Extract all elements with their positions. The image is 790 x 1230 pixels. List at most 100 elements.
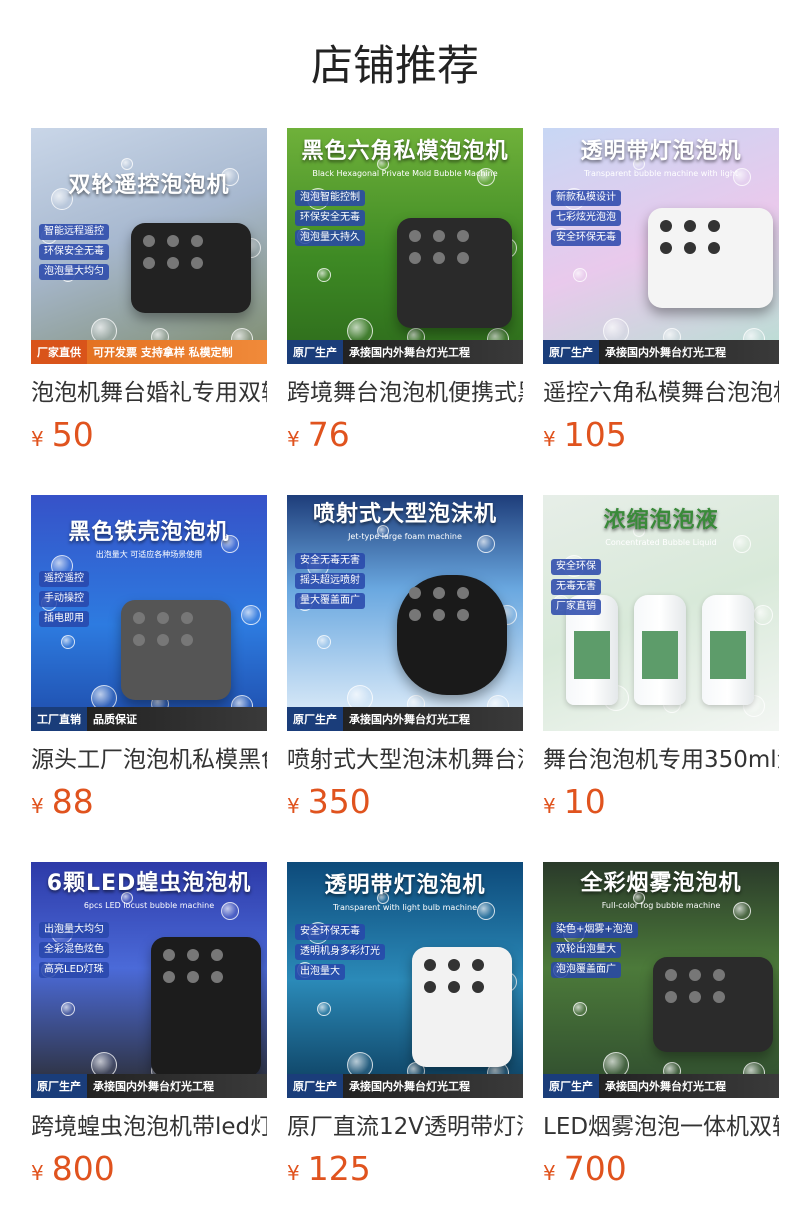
image-headline: 浓缩泡泡液 — [603, 508, 719, 533]
nozzle-hole — [191, 235, 203, 247]
product-image[interactable]: 双轮遥控泡泡机 智能远程遥控 环保安全无毒 泡泡量大均匀 厂家直供 可开发票 支持拿样 私… — [31, 128, 267, 364]
product-card[interactable]: 双轮遥控泡泡机 智能远程遥控 环保安全无毒 泡泡量大均匀 厂家直供 可开发票 支持拿样 私… — [31, 128, 267, 495]
image-feature-badge: 厂家直销 — [551, 599, 601, 615]
strip-text: 品质保证 — [93, 713, 137, 726]
nozzle-hole — [689, 991, 701, 1003]
nozzle-hole — [157, 612, 169, 624]
product-title[interactable]: 跨境蝗虫泡泡机带led灯6颗 — [31, 1112, 267, 1142]
product-image[interactable]: 喷射式大型泡沫机 Jet-type large foam machine 安全无毒无… — [287, 495, 523, 731]
product-image[interactable]: 透明带灯泡泡机 Transparent bubble machine with l… — [543, 128, 779, 364]
product-card[interactable]: 透明带灯泡泡机 Transparent with light bulb machi… — [287, 862, 523, 1229]
currency-symbol: ¥ — [543, 427, 556, 451]
strip-text: 承接国内外舞台灯光工程 — [605, 346, 726, 359]
nozzle-hole — [211, 971, 223, 983]
price-row: ¥76 — [287, 416, 523, 454]
nozzle-hole — [433, 587, 445, 599]
machine-illustration — [653, 957, 773, 1052]
image-subline: Full-color fog bubble machine — [601, 901, 721, 910]
product-image[interactable]: 6颗LED蝗虫泡泡机 6pcs LED locust bubble machine… — [31, 862, 267, 1098]
nozzle-hole — [472, 959, 484, 971]
bubble-decoration — [317, 635, 331, 649]
product-image[interactable]: 黑色六角私模泡泡机 Black Hexagonal Private Mold Bu… — [287, 128, 523, 364]
product-card[interactable]: 黑色六角私模泡泡机 Black Hexagonal Private Mold Bu… — [287, 128, 523, 495]
nozzle-hole — [409, 587, 421, 599]
nozzle-hole — [457, 230, 469, 242]
image-headline: 6颗LED蝗虫泡泡机 — [46, 871, 252, 896]
nozzle-hole — [163, 949, 175, 961]
image-feature-badge: 手动操控 — [39, 591, 89, 607]
nozzle-hole — [424, 959, 436, 971]
image-feature-badge: 透明机身多彩灯光 — [295, 944, 385, 960]
product-image[interactable]: 黑色铁壳泡泡机 出泡量大 可适应各种场景使用 遥控遥控 手动操控 插电即用 工厂直销 品质保… — [31, 495, 267, 731]
bubble-decoration — [61, 635, 75, 649]
price-row: ¥700 — [543, 1150, 779, 1188]
image-feature-badge: 全彩混色炫色 — [39, 942, 109, 958]
product-title[interactable]: 喷射式大型泡沫机舞台派对 — [287, 745, 523, 775]
strip-tag: 原厂生产 — [287, 1074, 343, 1098]
image-subline: Transparent with light bulb machine — [332, 903, 478, 912]
strip-tag: 原厂生产 — [31, 1074, 87, 1098]
price-row: ¥50 — [31, 416, 267, 454]
image-feature-badge: 安全环保无毒 — [551, 230, 621, 246]
product-title[interactable]: LED烟雾泡泡一体机双轮全彩 — [543, 1112, 779, 1142]
nozzle-hole — [472, 981, 484, 993]
image-subline: 出泡量大 可适应各种场景使用 — [95, 550, 203, 559]
price-row: ¥10 — [543, 783, 779, 821]
product-title[interactable]: 跨境舞台泡泡机便携式黑色六角私模泡泡机 — [287, 378, 523, 408]
nozzle-hole — [133, 612, 145, 624]
product-title[interactable]: 遥控六角私模舞台泡泡机透明带灯 — [543, 378, 779, 408]
bubble-decoration — [241, 605, 261, 625]
nozzle-hole — [433, 230, 445, 242]
strip-tag: 原厂生产 — [543, 1074, 599, 1098]
product-card[interactable]: 透明带灯泡泡机 Transparent bubble machine with l… — [543, 128, 779, 495]
nozzle-hole — [181, 634, 193, 646]
nozzle-hole — [713, 969, 725, 981]
strip-text: 承接国内外舞台灯光工程 — [349, 346, 470, 359]
strip-tag: 厂家直供 — [31, 340, 87, 364]
image-bottom-strip: 厂家直供 可开发票 支持拿样 私模定制 — [31, 340, 267, 364]
image-subline: Jet-type large foam machine — [348, 532, 462, 541]
strip-text: 承接国内外舞台灯光工程 — [349, 713, 470, 726]
product-image[interactable]: 浓缩泡泡液 Concentrated Bubble Liquid 安全环保 无毒无害厂… — [543, 495, 779, 731]
nozzle-hole — [448, 981, 460, 993]
machine-illustration — [131, 223, 251, 313]
image-feature-badge: 高亮LED灯珠 — [39, 962, 109, 978]
nozzle-hole — [143, 235, 155, 247]
image-headline: 双轮遥控泡泡机 — [68, 173, 230, 198]
image-bottom-strip: 工厂直销 品质保证 — [31, 707, 267, 731]
bubble-decoration — [573, 1002, 587, 1016]
image-feature-badge: 量大覆盖面广 — [295, 593, 365, 609]
price-amount: 350 — [307, 782, 371, 821]
image-feature-badge: 七彩炫光泡泡 — [551, 210, 621, 226]
product-image[interactable]: 透明带灯泡泡机 Transparent with light bulb machi… — [287, 862, 523, 1098]
nozzle-hole — [448, 959, 460, 971]
nozzle-hole — [433, 252, 445, 264]
strip-text: 可开发票 支持拿样 私模定制 — [93, 346, 233, 359]
product-card[interactable]: 浓缩泡泡液 Concentrated Bubble Liquid 安全环保 无毒无害厂… — [543, 495, 779, 862]
image-bottom-strip: 原厂生产 承接国内外舞台灯光工程 — [287, 340, 523, 364]
nozzle-hole — [187, 949, 199, 961]
image-headline: 黑色六角私模泡泡机 — [301, 139, 509, 164]
nozzle-hole — [187, 971, 199, 983]
product-card[interactable]: 喷射式大型泡沫机 Jet-type large foam machine 安全无毒无… — [287, 495, 523, 862]
image-bottom-strip: 原厂生产 承接国内外舞台灯光工程 — [543, 340, 779, 364]
image-feature-badge: 染色+烟雾+泡泡 — [551, 922, 638, 938]
nozzle-hole — [409, 252, 421, 264]
bottle-label — [574, 631, 610, 679]
product-image[interactable]: 全彩烟雾泡泡机 Full-color fog bubble machine 染色+烟… — [543, 862, 779, 1098]
product-card[interactable]: 黑色铁壳泡泡机 出泡量大 可适应各种场景使用 遥控遥控 手动操控 插电即用 工厂直销 品质保… — [31, 495, 267, 862]
product-title[interactable]: 泡泡机舞台婚礼专用双轮遥控泡泡机 — [31, 378, 267, 408]
image-subline: 6pcs LED locust bubble machine — [83, 901, 215, 910]
nozzle-hole — [191, 257, 203, 269]
product-title[interactable]: 舞台泡泡机专用350ml浓缩泡泡液 — [543, 745, 779, 775]
product-card[interactable]: 6颗LED蝗虫泡泡机 6pcs LED locust bubble machine… — [31, 862, 267, 1229]
nozzle-hole — [409, 609, 421, 621]
nozzle-hole — [660, 220, 672, 232]
product-card[interactable]: 全彩烟雾泡泡机 Full-color fog bubble machine 染色+烟… — [543, 862, 779, 1229]
image-feature-badge: 出泡量大 — [295, 964, 345, 980]
image-feature-badge: 安全环保 — [551, 559, 601, 575]
machine-illustration — [648, 208, 773, 308]
nozzle-hole — [424, 981, 436, 993]
product-title[interactable]: 源头工厂泡泡机私模黑色铁壳泡泡机 — [31, 745, 267, 775]
product-title[interactable]: 原厂直流12V透明带灯泡泡机 — [287, 1112, 523, 1142]
